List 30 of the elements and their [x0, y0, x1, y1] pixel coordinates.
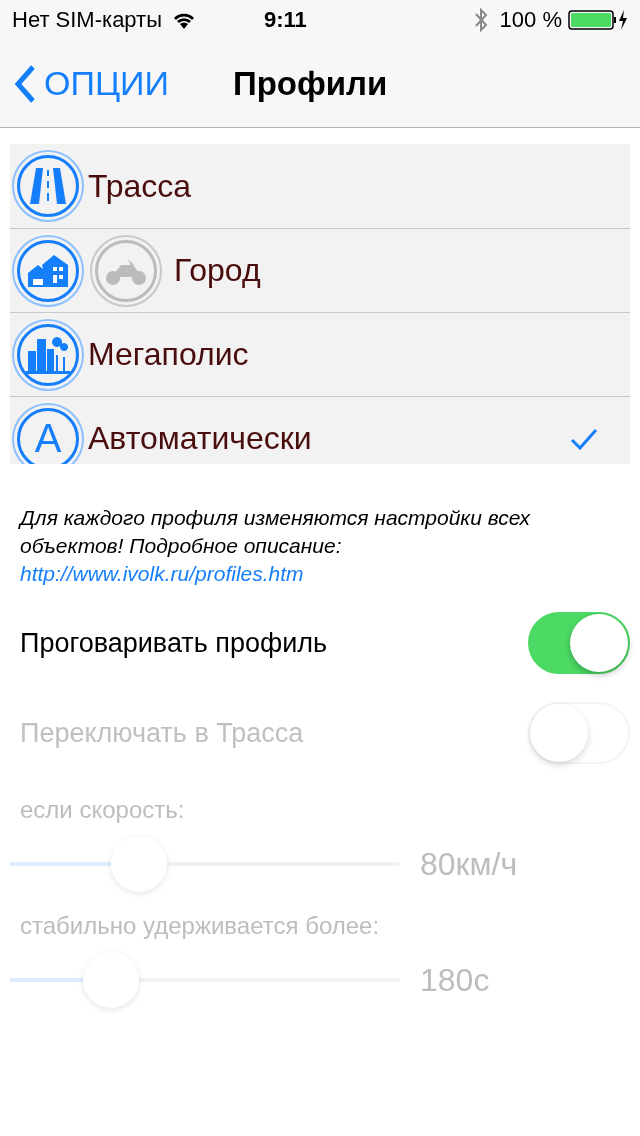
profile-label: Автоматически — [88, 420, 312, 457]
switch-label: Переключать в Трасса — [20, 717, 304, 749]
road-icon — [28, 166, 68, 206]
slider-value: 180с — [420, 961, 490, 999]
profile-row[interactable]: Город — [10, 228, 630, 312]
profiles-link[interactable]: http://www.ivolk.ru/profiles.htm — [20, 562, 304, 585]
profile-label: Город — [174, 252, 261, 289]
profile-label: Мегаполис — [88, 336, 249, 373]
back-button[interactable]: ОПЦИИ — [14, 64, 169, 103]
profile-row[interactable]: Трасса — [10, 144, 630, 228]
slider-label: стабильно удерживается более: — [19, 911, 381, 940]
profile-row[interactable]: A Автоматически — [10, 396, 630, 464]
checkmark-icon — [570, 427, 598, 450]
switch-label: Проговаривать профиль — [20, 627, 328, 659]
battery-icon — [568, 9, 628, 31]
letter-badge: A — [17, 407, 79, 464]
profile-label: Трасса — [88, 167, 192, 205]
motorcycle-icon — [90, 234, 162, 307]
bluetooth-icon — [473, 8, 488, 32]
description-text: Для каждого профиля изменяются настройки всех объектов! Подробное описание: http://www.ivolk.ru/profiles.htm — [20, 505, 532, 587]
carrier-text: Нет SIM-карты — [12, 7, 162, 33]
clock-text: 9:11 — [264, 7, 307, 33]
slider-value: 80км/ч — [420, 845, 518, 883]
page-title: Профили — [232, 64, 388, 103]
back-chevron-icon — [14, 64, 36, 103]
city-icon — [26, 334, 70, 375]
toggle-switch[interactable] — [528, 612, 630, 674]
battery-percent: 100 % — [499, 7, 562, 33]
slider-label: если скорость: — [19, 795, 186, 824]
wifi-icon — [172, 11, 196, 29]
